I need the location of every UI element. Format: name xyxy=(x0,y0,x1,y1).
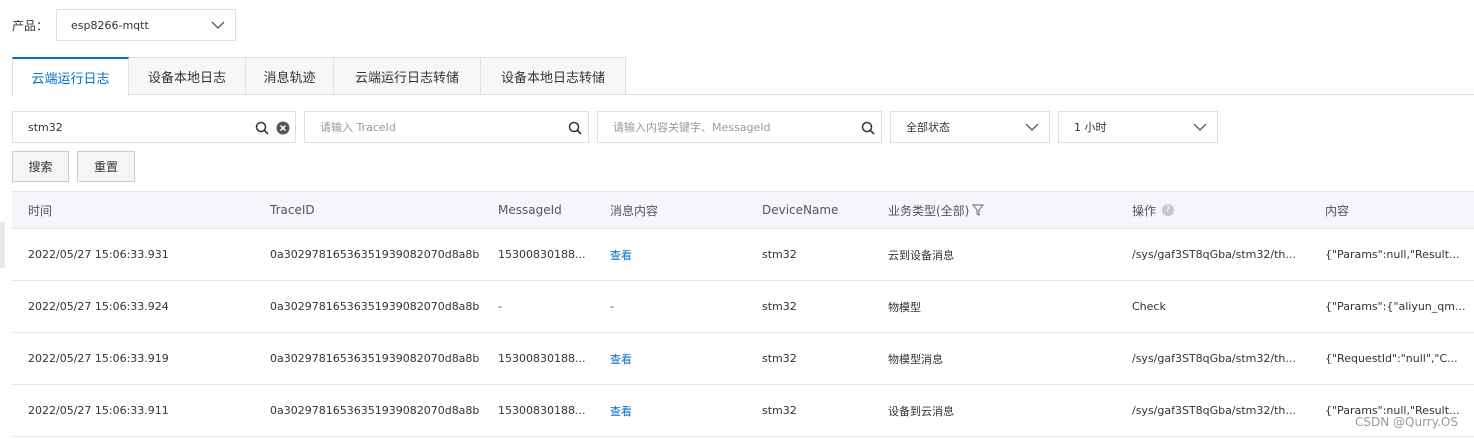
cell-action: Check xyxy=(1132,300,1166,313)
table-row: 2022/05/27 15:06:33.931 0a30297816536351… xyxy=(12,229,1474,281)
tab-message-trace[interactable]: 消息轨迹 xyxy=(246,57,334,95)
tab-device-log-dump[interactable]: 设备本地日志转储 xyxy=(481,57,626,95)
col-biztype-label: 业务类型(全部) xyxy=(888,203,970,218)
view-link[interactable]: 查看 xyxy=(610,333,632,384)
reset-button[interactable]: 重置 xyxy=(77,151,135,182)
cell-detail: {"Params":null,"Result... xyxy=(1325,248,1460,261)
cell-detail: {"RequestId":"null","C... xyxy=(1325,352,1458,365)
tab-cloud-log-dump[interactable]: 云端运行日志转储 xyxy=(334,57,481,95)
cell-messageid: 15300830188... xyxy=(498,352,586,365)
cell-time: 2022/05/27 15:06:33.931 xyxy=(28,248,169,261)
cell-device: stm32 xyxy=(762,404,797,417)
cell-traceid: 0a30297816536351939082070d8a8b xyxy=(270,248,480,261)
product-select[interactable]: esp8266-mqtt xyxy=(56,9,237,41)
device-search-input[interactable]: stm32 xyxy=(12,111,296,143)
col-action: 操作 ? xyxy=(1132,192,1175,228)
col-biztype[interactable]: 业务类型(全部) xyxy=(888,192,985,228)
cell-time: 2022/05/27 15:06:33.924 xyxy=(28,300,169,313)
timerange-select-value: 1 小时 xyxy=(1074,121,1107,134)
table-row: 2022/05/27 15:06:33.919 0a30297816536351… xyxy=(12,333,1474,385)
product-label: 产品： xyxy=(12,18,49,33)
cell-messageid: 15300830188... xyxy=(498,248,586,261)
clear-icon[interactable] xyxy=(276,121,290,135)
table-row: 2022/05/27 15:06:33.911 0a30297816536351… xyxy=(12,385,1474,437)
traceid-placeholder: 请输入 TraceId xyxy=(320,121,396,134)
cell-biztype: 设备到云消息 xyxy=(888,404,954,418)
cell-traceid: 0a30297816536351939082070d8a8b xyxy=(270,404,480,417)
keyword-placeholder: 请输入内容关键字、MessageId xyxy=(613,121,771,134)
cell-detail: {"Params":{"aliyun_qm... xyxy=(1325,300,1466,313)
col-detail: 内容 xyxy=(1325,203,1350,218)
status-select-value: 全部状态 xyxy=(906,121,950,134)
col-messageid: MessageId xyxy=(498,203,562,217)
cell-time: 2022/05/27 15:06:33.919 xyxy=(28,352,169,365)
search-icon[interactable] xyxy=(255,121,269,135)
cell-device: stm32 xyxy=(762,352,797,365)
cell-time: 2022/05/27 15:06:33.911 xyxy=(28,404,169,417)
chevron-down-icon xyxy=(1025,123,1039,131)
device-search-value: stm32 xyxy=(28,120,63,134)
cell-biztype: 云到设备消息 xyxy=(888,248,954,262)
tab-label: 设备本地日志转储 xyxy=(500,70,605,86)
search-icon[interactable] xyxy=(861,121,875,135)
timerange-select[interactable]: 1 小时 xyxy=(1058,111,1218,143)
traceid-input[interactable]: 请输入 TraceId xyxy=(304,111,589,143)
filter-icon[interactable] xyxy=(972,204,985,216)
cell-traceid: 0a30297816536351939082070d8a8b xyxy=(270,352,480,365)
col-device: DeviceName xyxy=(762,203,839,217)
view-link[interactable]: 查看 xyxy=(610,229,632,280)
table-header: 时间 TraceID MessageId 消息内容 DeviceName 业务类… xyxy=(12,191,1474,229)
col-content: 消息内容 xyxy=(610,203,659,218)
cell-device: stm32 xyxy=(762,248,797,261)
tab-cloud-run-log[interactable]: 云端运行日志 xyxy=(12,57,129,96)
cell-traceid: 0a30297816536351939082070d8a8b xyxy=(270,300,480,313)
cell-action: /sys/gaf3ST8qGba/stm32/th... xyxy=(1132,248,1296,261)
watermark: CSDN @Qurry.OS xyxy=(1354,415,1458,429)
help-icon[interactable]: ? xyxy=(1162,204,1175,216)
tab-device-local-log[interactable]: 设备本地日志 xyxy=(129,57,246,95)
cell-device: stm32 xyxy=(762,300,797,313)
tab-label: 设备本地日志 xyxy=(147,70,226,86)
product-select-value: esp8266-mqtt xyxy=(71,18,149,32)
chevron-down-icon xyxy=(1193,123,1207,131)
cell-action: /sys/gaf3ST8qGba/stm32/th... xyxy=(1132,404,1296,417)
log-table: 时间 TraceID MessageId 消息内容 DeviceName 业务类… xyxy=(12,191,1474,437)
scroll-edge-marker xyxy=(0,222,5,268)
search-icon[interactable] xyxy=(568,121,582,135)
status-select[interactable]: 全部状态 xyxy=(890,111,1050,143)
col-time: 时间 xyxy=(28,203,53,218)
keyword-input[interactable]: 请输入内容关键字、MessageId xyxy=(597,111,882,143)
cell-content: - xyxy=(610,300,614,313)
cell-biztype: 物模型消息 xyxy=(888,352,943,366)
table-row: 2022/05/27 15:06:33.924 0a30297816536351… xyxy=(12,281,1474,333)
cell-messageid: 15300830188... xyxy=(498,404,586,417)
col-action-label: 操作 xyxy=(1132,203,1157,218)
search-button[interactable]: 搜索 xyxy=(12,151,69,182)
tab-label: 云端运行日志转储 xyxy=(354,70,459,86)
col-traceid: TraceID xyxy=(270,203,315,217)
view-link[interactable]: 查看 xyxy=(610,385,632,436)
chevron-down-icon xyxy=(211,21,225,29)
product-row: 产品： esp8266-mqtt xyxy=(12,8,237,42)
cell-messageid: - xyxy=(498,300,502,313)
cell-biztype: 物模型 xyxy=(888,300,921,314)
log-tabs: 云端运行日志 设备本地日志 消息轨迹 云端运行日志转储 设备本地日志转储 xyxy=(12,57,1474,96)
tab-label: 消息轨迹 xyxy=(263,70,316,86)
cell-action: /sys/gaf3ST8qGba/stm32/th... xyxy=(1132,352,1296,365)
tab-label: 云端运行日志 xyxy=(31,71,110,87)
